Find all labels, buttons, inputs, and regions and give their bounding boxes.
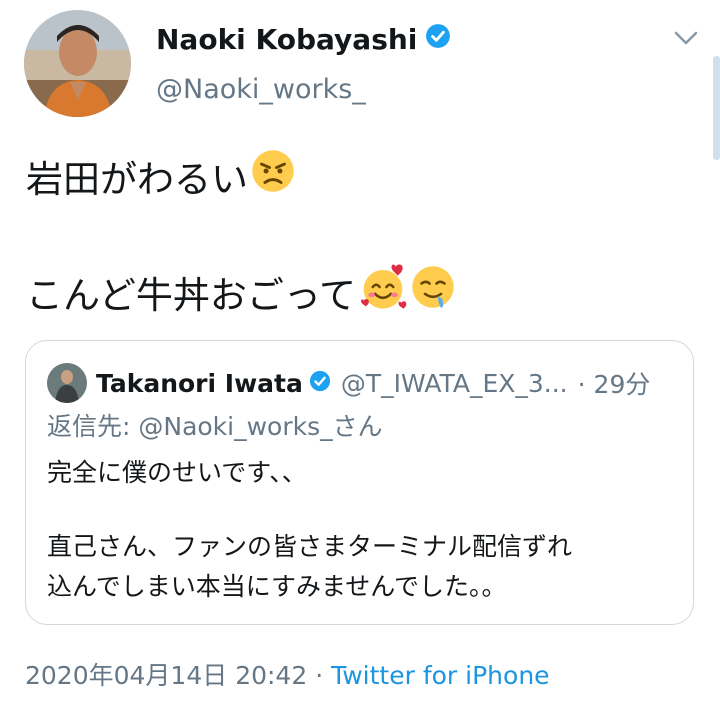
tweet-footer: 2020年04月14日 20:42 · Twitter for iPhone: [25, 656, 550, 692]
quoted-author-name[interactable]: Takanori Iwata: [96, 369, 303, 398]
tweet-text-line-1: 岩田がわるい: [26, 148, 296, 203]
quoted-author-handle[interactable]: @T_IWATA_EX_3...: [341, 369, 568, 398]
quoted-author-avatar[interactable]: [47, 363, 87, 403]
smiling-face-with-hearts-emoji-icon: [358, 262, 408, 321]
tweet-datetime[interactable]: 2020年04月14日 20:42: [25, 661, 307, 690]
author-name[interactable]: Naoki Kobayashi: [156, 23, 417, 56]
quoted-tweet-card[interactable]: Takanori Iwata @T_IWATA_EX_3... · 29分 返信…: [25, 340, 694, 625]
footer-separator: ·: [307, 661, 332, 690]
author-avatar[interactable]: [24, 10, 131, 117]
angry-face-emoji-icon: [250, 148, 296, 203]
author-handle[interactable]: @Naoki_works_: [156, 74, 366, 105]
verified-badge-icon: [309, 369, 331, 398]
chevron-down-icon[interactable]: [673, 28, 699, 52]
quoted-tweet-text-line: 込んでしまい本当にすみませんでした。。: [47, 572, 507, 601]
tweet-text: 岩田がわるい: [26, 157, 248, 201]
scrollbar[interactable]: [713, 56, 720, 160]
quoted-tweet-time: · 29分: [577, 370, 651, 399]
quoted-tweet-text-line: 直己さん、ファンの皆さまターミナル配信ずれ: [47, 532, 573, 561]
verified-badge-icon: [425, 23, 451, 56]
quoted-tweet-header: Takanori Iwata @T_IWATA_EX_3... · 29分: [96, 365, 650, 401]
tweet-text: こんど牛丼おごって: [26, 273, 357, 317]
tweet-source-link[interactable]: Twitter for iPhone: [331, 661, 549, 690]
tweet-text-line-2: こんど牛丼おごって: [26, 262, 456, 321]
author-name-row[interactable]: Naoki Kobayashi: [156, 23, 451, 56]
reply-to-label: 返信先: @Naoki_works_さん: [47, 412, 383, 441]
drooling-face-emoji-icon: [410, 264, 456, 319]
quoted-tweet-text-line: 完全に僕のせいです、、: [47, 458, 307, 487]
